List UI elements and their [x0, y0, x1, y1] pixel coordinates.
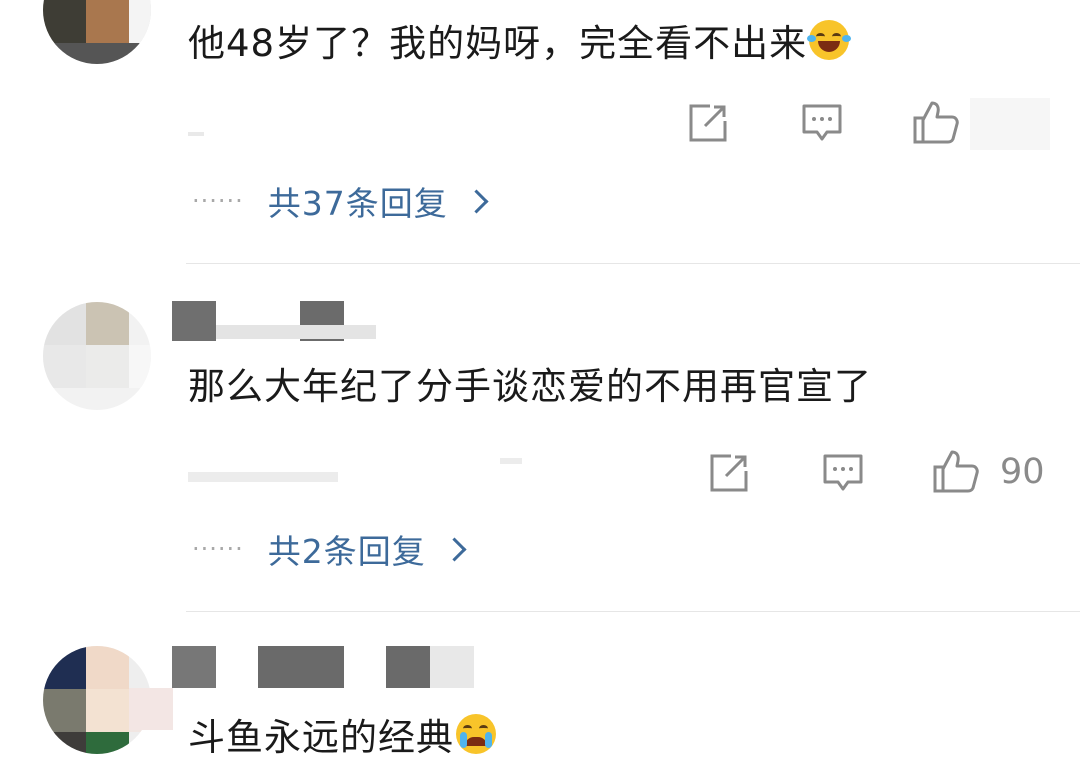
comment-text: 他48岁了？我的妈呀，完全看不出来: [188, 20, 852, 66]
like-count-blurred: [970, 98, 1050, 150]
crying-emoji: [456, 714, 496, 754]
comment-text: 那么大年纪了分手谈恋爱的不用再官宣了: [188, 365, 872, 408]
replies-count-label[interactable]: 共2条回复: [268, 525, 426, 573]
ellipsis: ······: [192, 187, 244, 215]
divider: [186, 611, 1080, 612]
username-blurred: [386, 646, 430, 688]
username-blurred: [430, 646, 474, 688]
ellipsis: ······: [192, 535, 244, 563]
view-replies-link[interactable]: ······ 共37条回复: [192, 181, 489, 223]
like-count: 90: [1000, 452, 1045, 492]
username-blurred: [129, 688, 173, 730]
like-icon[interactable]: [912, 98, 960, 146]
share-icon[interactable]: [707, 451, 751, 495]
replies-count-label[interactable]: 共37条回复: [268, 177, 448, 225]
comment-icon[interactable]: [821, 451, 865, 495]
chevron-right-icon: [442, 536, 467, 562]
username-blurred: [258, 646, 344, 688]
comment-text: 斗鱼永远的经典: [188, 714, 496, 760]
chevron-right-icon: [464, 188, 489, 214]
like-icon[interactable]: [932, 447, 980, 495]
comment-meta-blurred: [188, 132, 204, 136]
comment-meta-blurred: [188, 472, 338, 482]
laughing-tears-emoji: [807, 20, 852, 60]
username-blurred: [172, 646, 216, 688]
comment-meta-blurred: [500, 458, 522, 464]
share-icon[interactable]: [686, 101, 730, 145]
divider: [186, 263, 1080, 264]
comment-icon[interactable]: [800, 101, 844, 145]
username-blurred: [216, 325, 376, 339]
username-blurred: [172, 301, 216, 341]
avatar[interactable]: [43, 0, 151, 64]
view-replies-link[interactable]: ······ 共2条回复: [192, 529, 467, 571]
avatar[interactable]: [43, 302, 151, 410]
